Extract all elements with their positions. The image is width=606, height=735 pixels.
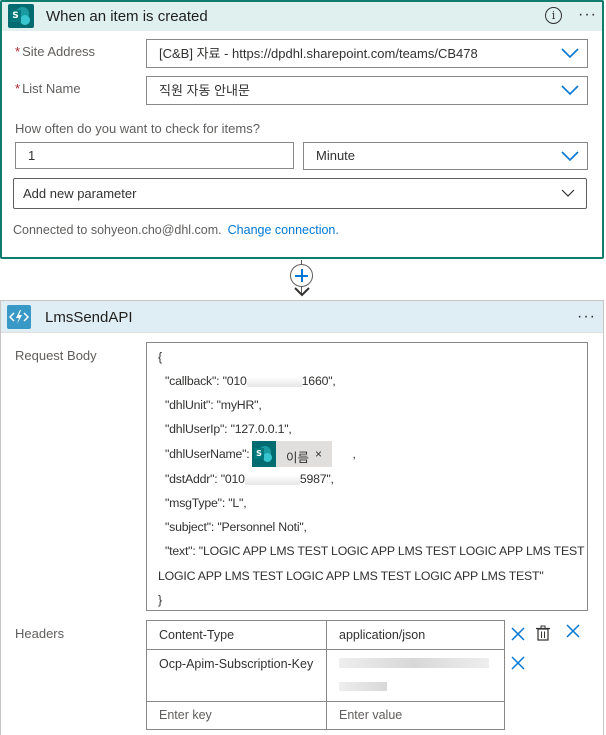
close-icon[interactable] bbox=[511, 656, 525, 670]
callback-key: "callback": "010 bbox=[165, 374, 247, 388]
header-key-cell[interactable]: Ocp-Apim-Subscription-Key bbox=[146, 649, 327, 702]
dstaddr-tail: 5987", bbox=[299, 472, 334, 486]
header-value-cell[interactable]: application/json bbox=[326, 620, 505, 650]
header-value: application/json bbox=[339, 628, 426, 642]
dynamic-content-token[interactable]: S 이름 × bbox=[252, 441, 332, 467]
body-line-dhluserip: "dhlUserIp": "127.0.0.1", bbox=[165, 422, 292, 436]
request-body-editor[interactable]: { "callback": "010 1660", "dhlUnit": "myH… bbox=[146, 342, 588, 611]
dhlusername-key: "dhlUserName": bbox=[165, 447, 250, 461]
body-line-dhlunit: "dhlUnit": "myHR", bbox=[165, 398, 262, 412]
key-placeholder: Enter key bbox=[159, 708, 212, 722]
interval-input[interactable]: 1 bbox=[15, 142, 294, 169]
chevron-down-icon[interactable] bbox=[561, 188, 579, 200]
sharepoint-icon: S bbox=[252, 441, 276, 467]
redacted-block bbox=[246, 376, 302, 387]
chevron-down-icon[interactable] bbox=[561, 47, 579, 59]
required-mark: * bbox=[15, 81, 21, 96]
callback-tail: 1660", bbox=[301, 374, 336, 388]
redacted-value bbox=[339, 658, 489, 668]
list-name-label-text: List Name bbox=[22, 81, 81, 96]
body-line-text2: LOGIC APP LMS TEST LOGIC APP LMS TEST LO… bbox=[158, 569, 544, 583]
header-value-cell[interactable] bbox=[326, 649, 505, 702]
connected-text: Connected to sohyeon.cho@dhl.com. bbox=[13, 223, 222, 237]
arrow-down-icon bbox=[293, 286, 311, 298]
headers-label: Headers bbox=[15, 626, 65, 641]
add-param-label: Add new parameter bbox=[23, 186, 137, 201]
trigger-header[interactable]: S When an item is created i ··· bbox=[2, 2, 602, 31]
list-name-label: * List Name bbox=[15, 81, 81, 96]
frequency-select[interactable]: Minute bbox=[303, 142, 588, 170]
site-address-value: [C&B] 자료 - https://dpdhl.sharepoint.com/… bbox=[159, 46, 478, 61]
action-header[interactable]: LmsSendAPI ··· bbox=[1, 301, 603, 333]
body-line-subject: "subject": "Personnel Noti", bbox=[165, 520, 307, 534]
dstaddr-key: "dstAddr": "010 bbox=[165, 472, 245, 486]
value-placeholder: Enter value bbox=[339, 708, 403, 722]
body-line-text1: "text": "LOGIC APP LMS TEST LOGIC APP LM… bbox=[165, 544, 585, 558]
required-mark: * bbox=[15, 44, 21, 59]
site-address-label-text: Site Address bbox=[22, 44, 96, 59]
frequency-label: How often do you want to check for items… bbox=[15, 121, 260, 136]
list-name-select[interactable]: 직원 자동 안내문 bbox=[146, 76, 588, 105]
add-new-parameter-dropdown[interactable]: Add new parameter bbox=[13, 178, 587, 209]
plus-icon[interactable] bbox=[290, 264, 313, 287]
body-line-open: { bbox=[158, 350, 162, 364]
token-label: 이름 bbox=[286, 451, 310, 465]
header-key: Ocp-Apim-Subscription-Key bbox=[159, 657, 314, 671]
close-icon[interactable] bbox=[511, 627, 525, 641]
body-line-dstaddr: "dstAddr": "010 5987", bbox=[165, 472, 334, 486]
chevron-down-icon[interactable] bbox=[561, 150, 579, 162]
close-icon[interactable] bbox=[566, 624, 580, 638]
header-key-cell[interactable]: Content-Type bbox=[146, 620, 327, 650]
list-name-value: 직원 자동 안내문 bbox=[159, 83, 250, 98]
header-key-input[interactable]: Enter key bbox=[146, 701, 327, 730]
header-key: Content-Type bbox=[159, 628, 235, 642]
action-more-icon[interactable]: ··· bbox=[577, 309, 596, 325]
info-icon[interactable]: i bbox=[545, 7, 562, 24]
body-line-close: } bbox=[158, 593, 162, 607]
connection-info: Connected to sohyeon.cho@dhl.com. Change … bbox=[13, 223, 339, 237]
trigger-more-icon[interactable]: ··· bbox=[578, 7, 597, 23]
dhlusername-tail: , bbox=[352, 447, 356, 461]
redacted-block bbox=[244, 474, 300, 485]
close-icon[interactable]: × bbox=[315, 447, 322, 461]
redacted-value bbox=[339, 682, 387, 691]
header-value-input[interactable]: Enter value bbox=[326, 701, 505, 730]
sharepoint-icon: S bbox=[8, 4, 34, 28]
api-connector-icon bbox=[7, 305, 31, 329]
action-title: LmsSendAPI bbox=[45, 309, 133, 326]
frequency-value: Minute bbox=[316, 148, 356, 163]
trigger-title: When an item is created bbox=[46, 8, 208, 25]
site-address-label: * Site Address bbox=[15, 44, 95, 59]
body-line-msgtype: "msgType": "L", bbox=[165, 496, 247, 510]
trash-icon[interactable] bbox=[535, 625, 551, 641]
request-body-label: Request Body bbox=[15, 348, 97, 363]
body-line-callback: "callback": "010 1660", bbox=[165, 374, 336, 388]
site-address-select[interactable]: [C&B] 자료 - https://dpdhl.sharepoint.com/… bbox=[146, 39, 588, 68]
chevron-down-icon[interactable] bbox=[561, 84, 579, 96]
change-connection-link[interactable]: Change connection. bbox=[228, 223, 339, 237]
